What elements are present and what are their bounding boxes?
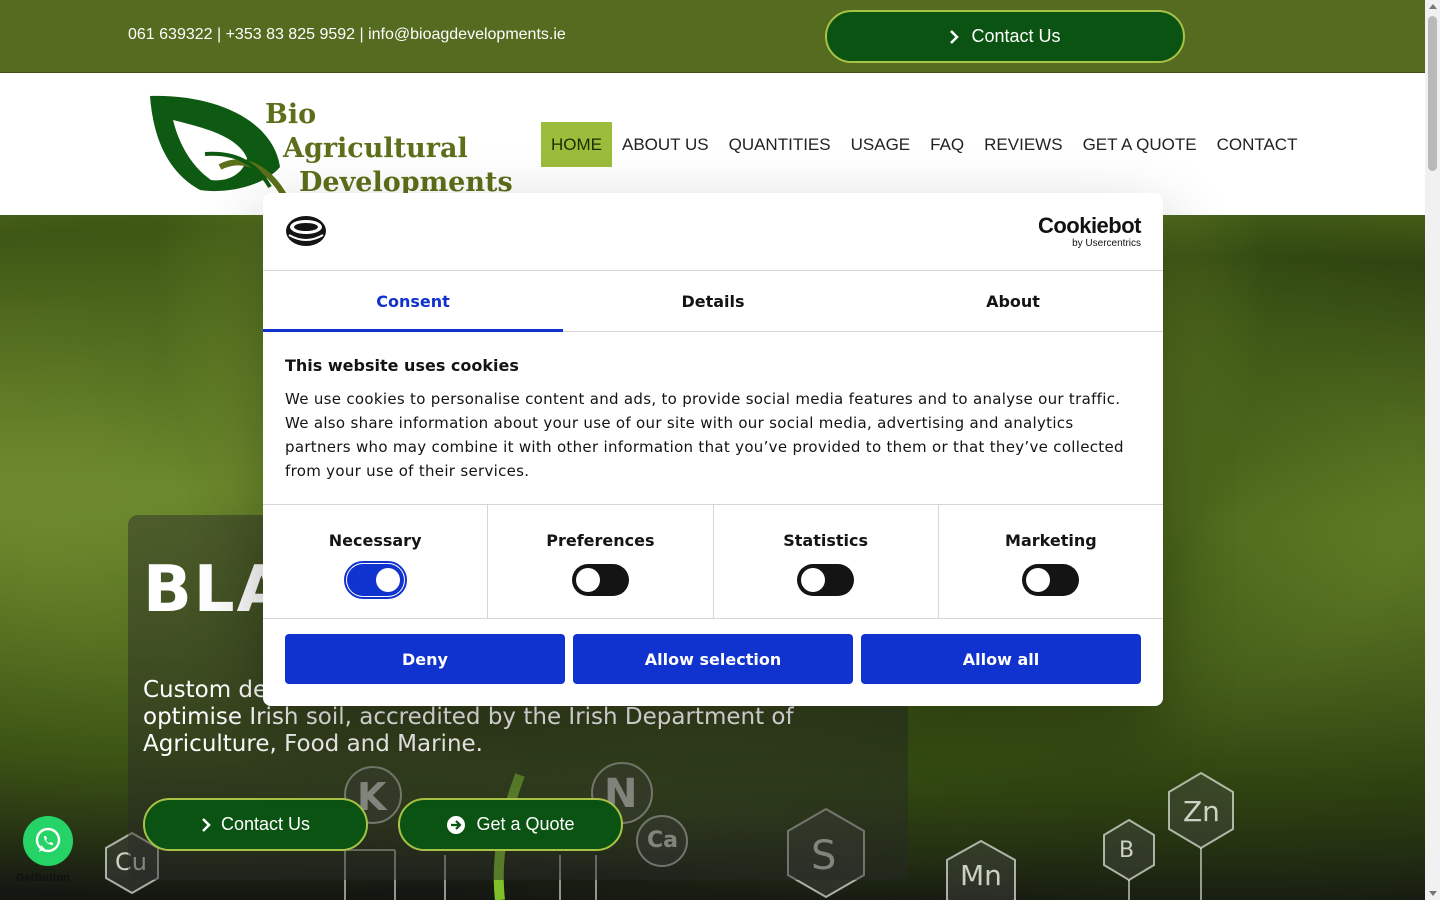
chevron-right-icon: [202, 817, 211, 832]
hero-subtext-line-2: optimise Irish soil, accredited by the I…: [143, 704, 794, 730]
cookie-consent-dialog: Cookiebot by Usercentrics Consent Detail…: [263, 193, 1163, 706]
cookiebot-name: Cookiebot: [1037, 213, 1142, 238]
scroll-up-icon[interactable]: [1429, 4, 1437, 9]
element-b: B: [1119, 838, 1135, 863]
element-mn: Mn: [960, 859, 1002, 892]
nav-item-get-a-quote[interactable]: GET A QUOTE: [1073, 122, 1207, 167]
cookie-title: This website uses cookies: [285, 356, 519, 375]
nav-item-usage[interactable]: USAGE: [841, 122, 921, 167]
switch-knob: [1026, 568, 1051, 592]
nav-item-reviews[interactable]: REVIEWS: [974, 122, 1072, 167]
scrollbar-thumb[interactable]: [1428, 16, 1437, 171]
allow-all-button[interactable]: Allow all: [861, 634, 1141, 684]
cookiebot-subtitle: by Usercentrics: [1072, 238, 1141, 249]
logo-line-2: Agricultural: [283, 133, 468, 164]
switch-statistics[interactable]: [797, 564, 855, 596]
toggle-preferences: Preferences: [488, 505, 714, 618]
scroll-down-icon[interactable]: [1429, 891, 1437, 896]
page-scrollbar[interactable]: [1425, 0, 1440, 900]
switch-preferences[interactable]: [571, 564, 629, 596]
cookie-actions: Deny Allow selection Allow all: [263, 619, 1163, 699]
allow-selection-button[interactable]: Allow selection: [573, 634, 853, 684]
site-logo[interactable]: Bio Agricultural Developments: [145, 92, 513, 202]
deny-button[interactable]: Deny: [285, 634, 565, 684]
top-contact-button[interactable]: Contact Us: [825, 10, 1185, 63]
toggle-label-marketing: Marketing: [1005, 531, 1097, 550]
cookiebot-logo[interactable]: Cookiebot by Usercentrics: [1037, 213, 1142, 250]
toggle-statistics: Statistics: [714, 505, 939, 618]
whatsapp-icon: [35, 827, 61, 853]
main-nav: HOME ABOUT US QUANTITIES USAGE FAQ REVIE…: [541, 122, 1307, 167]
top-contact-label: Contact Us: [971, 26, 1061, 46]
cookie-tabs: Consent Details About: [263, 271, 1163, 332]
logo-line-1: Bio: [265, 99, 317, 130]
hero-quote-button[interactable]: Get a Quote: [398, 798, 623, 851]
tab-about[interactable]: About: [863, 271, 1163, 331]
cookie-toggles: Necessary Preferences Statistics Marketi…: [263, 505, 1163, 619]
cookie-icon: [286, 216, 326, 246]
element-zn: Zn: [1183, 795, 1220, 828]
chevron-right-icon: [950, 29, 960, 44]
switch-knob: [801, 568, 826, 592]
top-bar: 061 639322 | +353 83 825 9592 | info@bio…: [0, 0, 1425, 73]
nav-item-quantities[interactable]: QUANTITIES: [719, 122, 841, 167]
contact-info: 061 639322 | +353 83 825 9592 | info@bio…: [128, 26, 566, 43]
switch-knob: [575, 568, 600, 592]
cookie-text: We use cookies to personalise content an…: [285, 390, 1124, 480]
nav-item-faq[interactable]: FAQ: [920, 122, 974, 167]
arrow-circle-right-icon: [447, 815, 466, 834]
tab-consent[interactable]: Consent: [263, 271, 563, 332]
tab-details[interactable]: Details: [563, 271, 863, 331]
switch-necessary[interactable]: [343, 561, 407, 599]
toggle-label-necessary: Necessary: [328, 531, 422, 550]
cookie-body: This website uses cookies We use cookies…: [263, 332, 1163, 505]
toggle-label-statistics: Statistics: [783, 531, 868, 550]
nav-item-contact[interactable]: CONTACT: [1207, 122, 1308, 167]
switch-marketing[interactable]: [1022, 564, 1080, 596]
toggle-necessary: Necessary: [263, 505, 489, 618]
nav-item-about-us[interactable]: ABOUT US: [612, 122, 719, 167]
cookie-dialog-header: Cookiebot by Usercentrics: [263, 193, 1163, 271]
nav-item-home[interactable]: HOME: [541, 122, 612, 167]
switch-knob: [375, 568, 400, 592]
hero-contact-label: Contact Us: [220, 814, 311, 834]
toggle-marketing: Marketing: [939, 505, 1163, 618]
hero-contact-button[interactable]: Contact Us: [143, 798, 368, 851]
getbutton-label: GetButton: [16, 872, 70, 884]
logo-text: Bio Agricultural Developments: [265, 98, 513, 200]
whatsapp-button[interactable]: [23, 816, 73, 866]
hero-quote-label: Get a Quote: [476, 814, 575, 834]
hero-subtext-line-3: Agriculture, Food and Marine.: [143, 731, 483, 757]
toggle-label-preferences: Preferences: [546, 531, 655, 550]
